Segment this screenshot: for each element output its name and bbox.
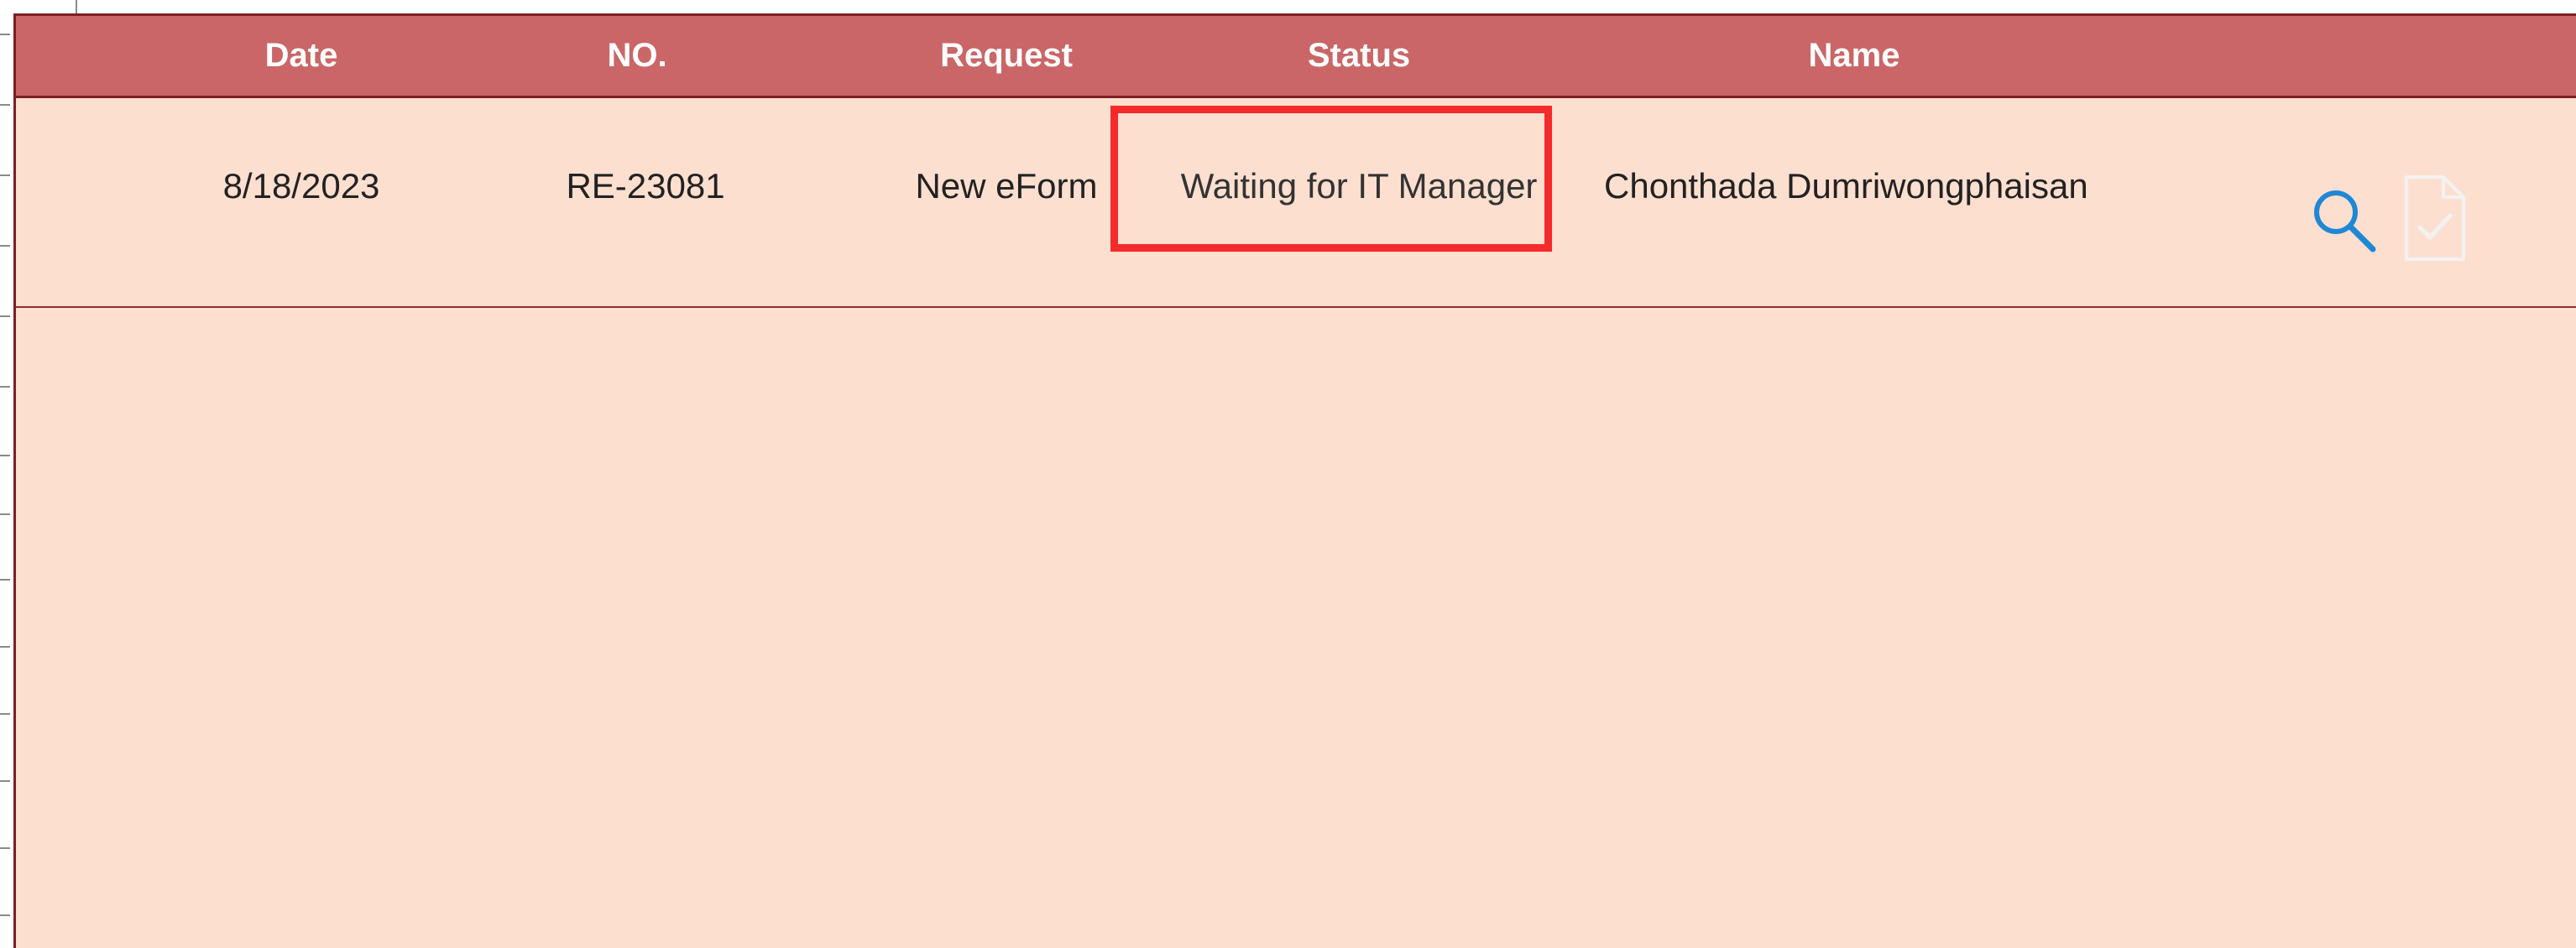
column-header-date: Date bbox=[264, 37, 338, 74]
cell-request: New eForm bbox=[915, 166, 1098, 206]
app-window: Date NO. Request Status Name 8/18/2023 R… bbox=[0, 0, 2576, 948]
document-check-icon[interactable] bbox=[2400, 172, 2470, 264]
search-icon[interactable] bbox=[2306, 182, 2386, 263]
column-header-request: Request bbox=[940, 37, 1073, 74]
top-ruler bbox=[13, 0, 2576, 13]
cell-date: 8/18/2023 bbox=[222, 166, 380, 206]
table-header: Date NO. Request Status Name bbox=[16, 16, 2576, 98]
column-header-no: NO. bbox=[607, 37, 667, 74]
cell-no: RE-23081 bbox=[566, 166, 725, 206]
cell-name: Chonthada Dumriwongphaisan bbox=[1604, 166, 2088, 206]
column-header-status: Status bbox=[1307, 37, 1411, 74]
left-ruler bbox=[0, 0, 13, 948]
column-header-name: Name bbox=[1808, 37, 1900, 74]
status-highlight-box bbox=[1110, 106, 1552, 252]
